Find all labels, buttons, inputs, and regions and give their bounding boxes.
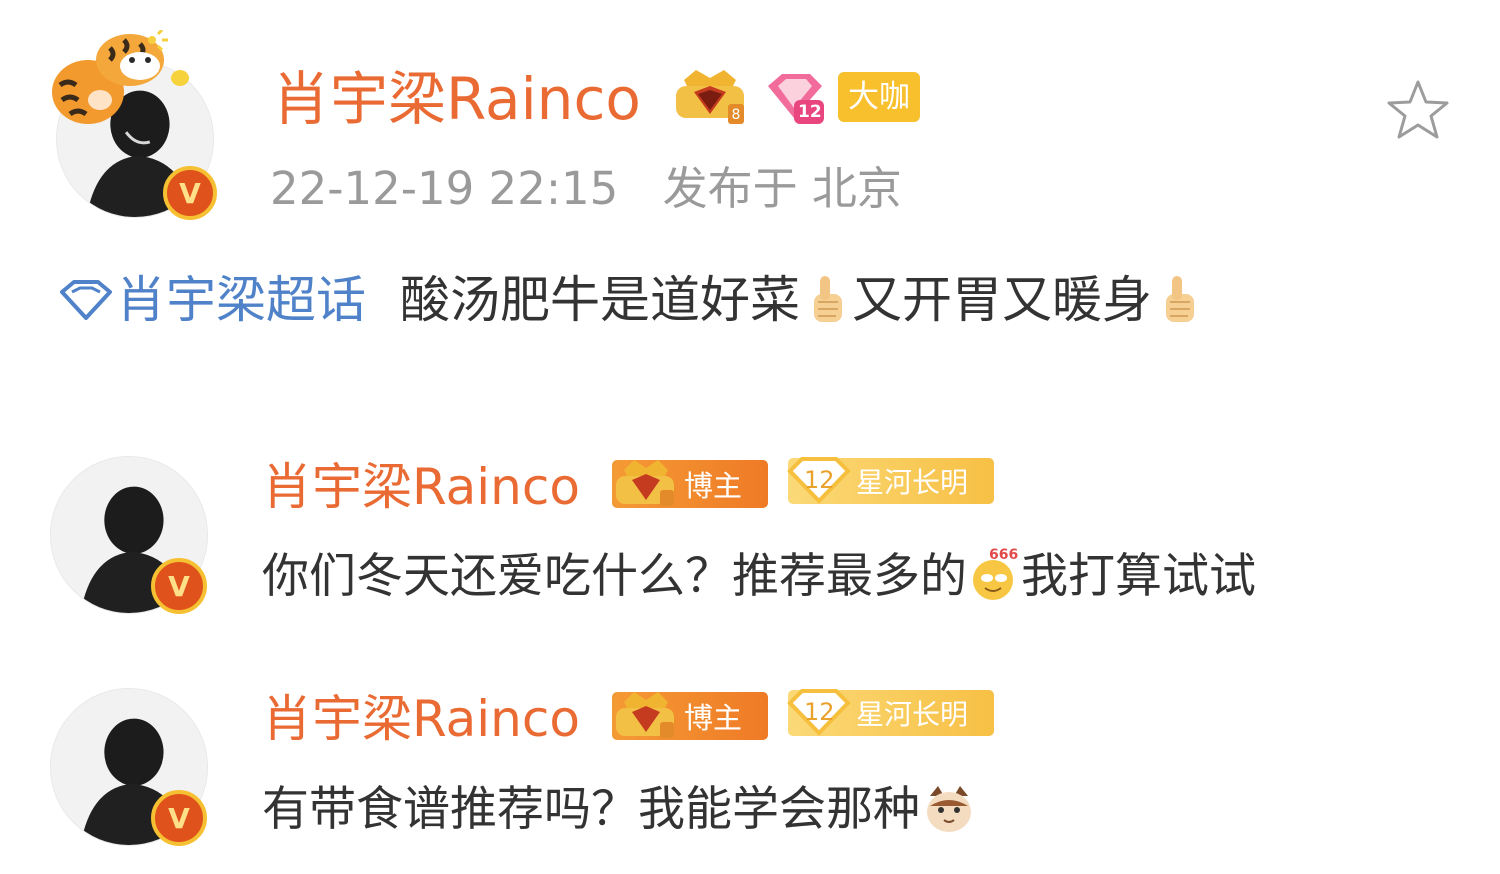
level-number: 12 xyxy=(804,698,835,726)
comment-author-name[interactable]: 肖宇梁Rainco xyxy=(262,462,580,512)
crown-diamond-icon: 8 xyxy=(670,66,750,128)
666-emoji-icon: 666 xyxy=(967,547,1021,602)
comment-text: 你们冬天还爱吃什么？推荐最多的 666 我打算试试 xyxy=(262,547,1256,604)
post-level-number: 12 xyxy=(798,102,822,122)
star-outline-icon[interactable] xyxy=(1384,76,1452,144)
verified-badge-icon: V xyxy=(151,558,207,614)
emoji-label: 666 xyxy=(989,547,1019,563)
level-number: 12 xyxy=(804,466,835,494)
comment-author-name[interactable]: 肖宇梁Rainco xyxy=(262,694,580,744)
post-meta: 22-12-19 22:15 发布于 北京 xyxy=(270,166,902,211)
post-body: 肖宇梁超话 酸汤肥牛是道好菜 又开胃又暖身 xyxy=(58,274,1200,326)
crown-diamond-icon xyxy=(616,692,674,738)
level-title-badge: 12 星河长明 xyxy=(787,689,994,736)
supertopic-diamond-icon xyxy=(58,278,114,322)
level-diamond-icon: 12 xyxy=(762,70,826,126)
post-datetime: 22-12-19 22:15 xyxy=(270,162,619,215)
svg-text:8: 8 xyxy=(732,107,741,123)
tiger-avatar-frame-icon xyxy=(40,28,190,135)
cat-emoji-icon xyxy=(922,782,976,836)
post-text-part1: 酸汤肥牛是道好菜 xyxy=(400,271,800,329)
comment-text-part1: 有带食谱推荐吗？我能学会那种 xyxy=(262,781,920,837)
verified-badge-icon: V xyxy=(163,166,217,220)
blogger-badge: 博主 xyxy=(612,460,768,508)
level-title: 星河长明 xyxy=(856,698,969,731)
crown-diamond-icon xyxy=(616,460,674,506)
supertopic-link[interactable]: 肖宇梁超话 xyxy=(116,275,366,325)
level-title: 星河长明 xyxy=(856,466,969,499)
role-badge-label: 博主 xyxy=(684,701,743,735)
thumbs-up-icon xyxy=(1156,274,1200,326)
post-author-name[interactable]: 肖宇梁Rainco xyxy=(272,70,641,128)
comment-text-part1: 你们冬天还爱吃什么？推荐最多的 xyxy=(262,548,967,604)
role-badge-label: 博主 xyxy=(684,469,743,503)
verified-badge-icon: V xyxy=(151,790,207,846)
thumbs-up-icon xyxy=(804,274,848,326)
dakai-badge: 大咖 xyxy=(838,72,920,122)
comment-text: 有带食谱推荐吗？我能学会那种 xyxy=(262,782,976,836)
comment-text-part2: 我打算试试 xyxy=(1021,548,1256,604)
blogger-badge: 博主 xyxy=(612,692,768,740)
level-title-badge: 12 星河长明 xyxy=(787,457,994,504)
post-text-part2: 又开胃又暖身 xyxy=(852,271,1152,329)
post-location: 发布于 北京 xyxy=(662,162,902,215)
